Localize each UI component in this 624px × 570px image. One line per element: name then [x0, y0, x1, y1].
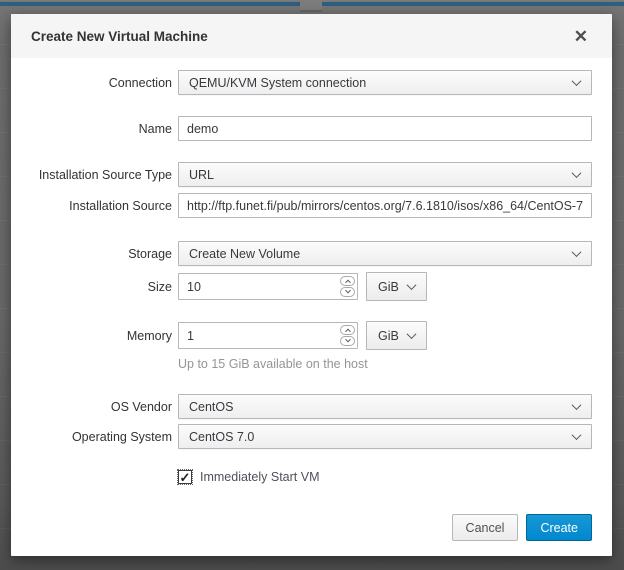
memory-spinner-wrap [178, 322, 358, 349]
cancel-button[interactable]: Cancel [452, 514, 519, 541]
memory-label: Memory [31, 329, 172, 343]
source-type-row: Installation Source Type URL [31, 162, 592, 187]
operating-system-select[interactable]: CentOS 7.0 [178, 424, 592, 449]
name-label: Name [31, 122, 172, 136]
storage-select[interactable]: Create New Volume [178, 241, 592, 266]
storage-label: Storage [31, 247, 172, 261]
connection-label: Connection [31, 76, 172, 90]
memory-unit-select[interactable]: GiB [366, 321, 427, 350]
source-input[interactable] [178, 193, 592, 218]
size-input-group: GiB [178, 272, 592, 301]
check-icon: ✓ [180, 471, 191, 484]
close-icon[interactable]: ✕ [570, 26, 592, 47]
os-vendor-row: OS Vendor CentOS [31, 394, 592, 419]
operating-system-label: Operating System [31, 430, 172, 444]
memory-row: Memory GiB [31, 321, 592, 350]
background-splitter-handle [300, 0, 322, 12]
chevron-down-icon [406, 329, 416, 339]
chevron-down-icon [572, 430, 582, 440]
size-spinner-wrap [178, 273, 358, 300]
source-label: Installation Source [31, 199, 172, 213]
spinner-up-icon[interactable] [340, 276, 355, 286]
operating-system-select-value: CentOS 7.0 [189, 430, 254, 444]
memory-helper-text: Up to 15 GiB available on the host [178, 357, 592, 371]
size-spinners [340, 276, 355, 297]
memory-unit-value: GiB [378, 329, 399, 343]
spinner-down-icon[interactable] [340, 336, 355, 346]
chevron-down-icon [572, 400, 582, 410]
connection-row: Connection QEMU/KVM System connection [31, 70, 592, 95]
size-label: Size [31, 280, 172, 294]
create-button[interactable]: Create [526, 514, 592, 541]
autostart-checkbox[interactable]: ✓ [178, 470, 192, 484]
dialog-footer: Cancel Create [31, 514, 592, 541]
dialog-body: Connection QEMU/KVM System connection Na… [11, 58, 612, 556]
name-input[interactable] [178, 116, 592, 141]
memory-input-group: GiB [178, 321, 592, 350]
dialog-header: Create New Virtual Machine ✕ [11, 14, 612, 58]
source-row: Installation Source [31, 193, 592, 218]
autostart-row: ✓ Immediately Start VM [31, 470, 592, 484]
connection-select[interactable]: QEMU/KVM System connection [178, 70, 592, 95]
create-vm-dialog: Create New Virtual Machine ✕ Connection … [11, 14, 612, 556]
source-type-select-value: URL [189, 168, 214, 182]
size-unit-value: GiB [378, 280, 399, 294]
autostart-checkbox-row: ✓ Immediately Start VM [178, 470, 592, 484]
memory-spinners [340, 325, 355, 346]
size-input[interactable] [178, 273, 358, 300]
source-type-select[interactable]: URL [178, 162, 592, 187]
autostart-label: Immediately Start VM [200, 470, 319, 484]
spinner-up-icon[interactable] [340, 325, 355, 335]
source-type-label: Installation Source Type [31, 168, 172, 182]
dialog-title: Create New Virtual Machine [31, 29, 208, 44]
memory-input[interactable] [178, 322, 358, 349]
size-unit-select[interactable]: GiB [366, 272, 427, 301]
spinner-down-icon[interactable] [340, 287, 355, 297]
size-row: Size GiB [31, 272, 592, 301]
operating-system-row: Operating System CentOS 7.0 [31, 424, 592, 449]
storage-row: Storage Create New Volume [31, 241, 592, 266]
name-row: Name [31, 116, 592, 141]
connection-select-value: QEMU/KVM System connection [189, 76, 366, 90]
os-vendor-label: OS Vendor [31, 400, 172, 414]
chevron-down-icon [572, 247, 582, 257]
os-vendor-select[interactable]: CentOS [178, 394, 592, 419]
os-vendor-select-value: CentOS [189, 400, 233, 414]
storage-select-value: Create New Volume [189, 247, 300, 261]
chevron-down-icon [572, 168, 582, 178]
chevron-down-icon [406, 280, 416, 290]
chevron-down-icon [572, 76, 582, 86]
memory-helper-row: Up to 15 GiB available on the host [31, 357, 592, 371]
